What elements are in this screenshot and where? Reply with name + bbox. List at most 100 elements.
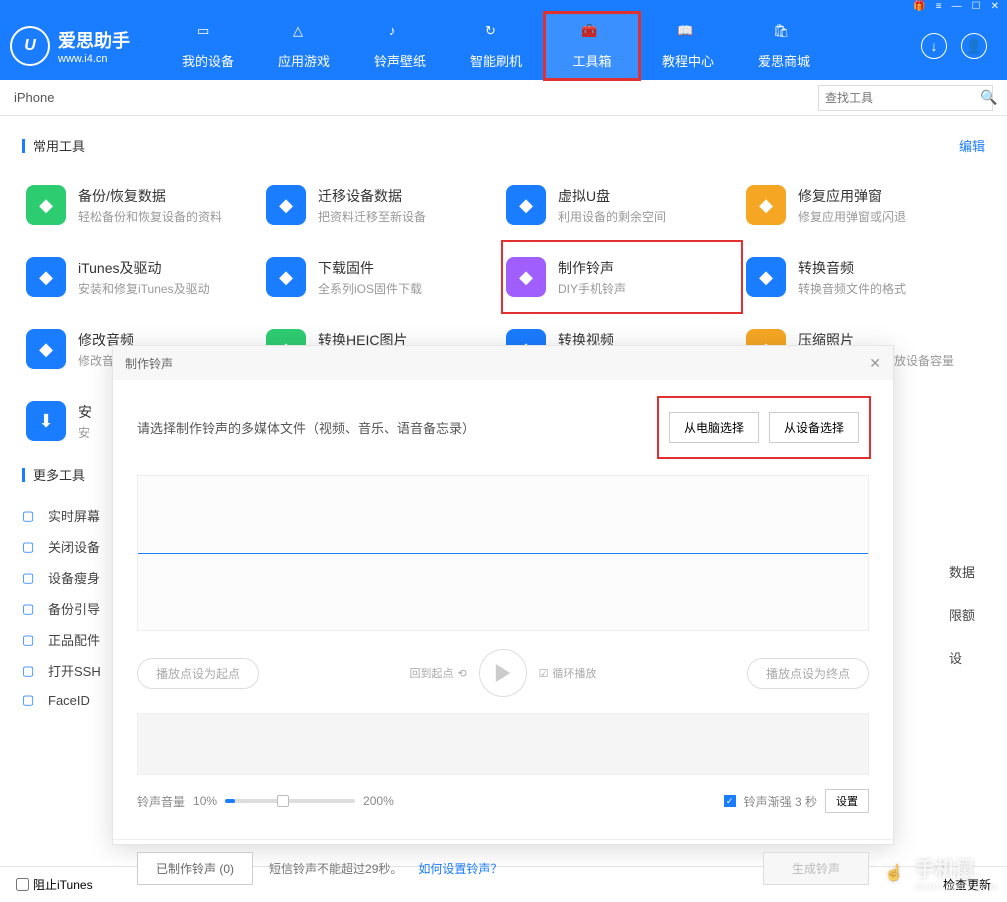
section-title-common: 常用工具: [33, 136, 85, 155]
edit-link[interactable]: 编辑: [959, 136, 985, 155]
sms-limit-text: 短信铃声不能超过29秒。: [269, 860, 402, 877]
more-icon: ▢: [22, 601, 38, 617]
section-marker-icon: [22, 139, 25, 153]
loop-checkbox[interactable]: ☑ 循环播放: [539, 665, 597, 681]
tool-icon: ◆: [266, 185, 306, 225]
tool-desc: 安装和修复iTunes及驱动: [78, 280, 210, 297]
tool-item[interactable]: ⬇ 安 安: [22, 385, 102, 457]
minimize-icon[interactable]: —: [952, 1, 962, 12]
made-ringtones-button[interactable]: 已制作铃声 (0): [137, 852, 253, 885]
nav-item-4[interactable]: 🧰工具箱: [544, 12, 640, 80]
search-box[interactable]: 🔍: [818, 85, 993, 111]
logo-title: 爱思助手: [58, 27, 130, 53]
tool-icon: ◆: [506, 185, 546, 225]
slider-knob[interactable]: [277, 795, 289, 807]
set-start-button[interactable]: 播放点设为起点: [137, 658, 259, 689]
fade-checkbox[interactable]: ✓: [724, 795, 736, 807]
tool-desc: DIY手机铃声: [558, 280, 626, 297]
from-device-button[interactable]: 从设备选择: [769, 412, 859, 443]
gift-icon[interactable]: 🎁: [913, 1, 925, 12]
tool-title: iTunes及驱动: [78, 258, 210, 278]
tool-icon: ◆: [26, 329, 66, 369]
tool-icon: ◆: [506, 257, 546, 297]
tool-item[interactable]: ◆ 转换音频 转换音频文件的格式: [742, 241, 982, 313]
tool-icon: ◆: [746, 185, 786, 225]
download-icon[interactable]: ↓: [921, 33, 947, 59]
tool-desc: 转换音频文件的格式: [798, 280, 906, 297]
from-pc-button[interactable]: 从电脑选择: [669, 412, 759, 443]
set-end-button[interactable]: 播放点设为终点: [747, 658, 869, 689]
section-title-more: 更多工具: [33, 465, 85, 484]
nav-item-5[interactable]: 📖教程中心: [640, 12, 736, 80]
nav-item-0[interactable]: ▭我的设备: [160, 12, 256, 80]
app-logo[interactable]: U 爱思助手 www.i4.cn: [10, 26, 130, 66]
nav-icon: ▭: [197, 23, 219, 45]
nav-icon: ♪: [389, 23, 411, 45]
tool-title: 转换音频: [798, 258, 906, 278]
tool-icon: ◆: [26, 257, 66, 297]
generate-ringtone-button[interactable]: 生成铃声: [763, 852, 869, 885]
maximize-icon[interactable]: ☐: [972, 1, 981, 12]
tool-desc: 利用设备的剩余空间: [558, 208, 666, 225]
nav-item-2[interactable]: ♪铃声壁纸: [352, 12, 448, 80]
tool-item[interactable]: ◆ 迁移设备数据 把资料迁移至新设备: [262, 169, 502, 241]
ringtone-modal: 制作铃声 ✕ 请选择制作铃声的多媒体文件（视频、音乐、语音备忘录） 从电脑选择 …: [112, 345, 894, 845]
search-icon[interactable]: 🔍: [980, 89, 997, 106]
more-icon: ▢: [22, 539, 38, 555]
tool-title: 下载固件: [318, 258, 422, 278]
tool-icon: ◆: [266, 257, 306, 297]
tool-desc: 轻松备份和恢复设备的资料: [78, 208, 222, 225]
tool-desc: 全系列iOS固件下载: [318, 280, 422, 297]
preview-band: [137, 713, 869, 775]
more-icon: ▢: [22, 692, 38, 708]
tool-item[interactable]: ◆ 修复应用弹窗 修复应用弹窗或闪退: [742, 169, 982, 241]
window-titlebar: 🎁 ≡ — ☐ ✕: [0, 0, 1007, 12]
user-icon[interactable]: 👤: [961, 33, 987, 59]
logo-icon: U: [10, 26, 50, 66]
tool-item[interactable]: ◆ 备份/恢复数据 轻松备份和恢复设备的资料: [22, 169, 262, 241]
settings-button[interactable]: 设置: [825, 789, 869, 813]
menu-icon[interactable]: ≡: [936, 1, 942, 12]
nav-icon: △: [293, 23, 315, 45]
waveform-baseline: [138, 553, 868, 554]
device-tab[interactable]: iPhone: [14, 90, 54, 105]
close-window-icon[interactable]: ✕: [991, 1, 999, 12]
tool-item[interactable]: ◆ 虚拟U盘 利用设备的剩余空间: [502, 169, 742, 241]
modal-prompt: 请选择制作铃声的多媒体文件（视频、音乐、语音备忘录）: [137, 418, 475, 437]
volume-label: 铃声音量: [137, 793, 185, 810]
partial-text: 数据: [949, 562, 975, 581]
nav-icon: ↻: [485, 23, 507, 45]
nav-icon: 🧰: [581, 23, 603, 45]
modal-close-icon[interactable]: ✕: [869, 355, 881, 372]
volume-slider[interactable]: [225, 799, 355, 803]
tool-item[interactable]: ◆ iTunes及驱动 安装和修复iTunes及驱动: [22, 241, 262, 313]
nav-icon: 📖: [677, 23, 699, 45]
tool-desc: 修复应用弹窗或闪退: [798, 208, 906, 225]
block-itunes-checkbox[interactable]: 阻止iTunes: [16, 876, 93, 893]
tool-item[interactable]: ◆ 制作铃声 DIY手机铃声: [502, 241, 742, 313]
tool-desc: 把资料迁移至新设备: [318, 208, 426, 225]
tool-title: 虚拟U盘: [558, 186, 666, 206]
search-input[interactable]: [825, 91, 980, 105]
main-nav: ▭我的设备△应用游戏♪铃声壁纸↻智能刷机🧰工具箱📖教程中心🛍爱思商城: [160, 12, 921, 80]
howto-link[interactable]: 如何设置铃声？: [418, 860, 502, 877]
partial-text: 设: [949, 648, 975, 667]
nav-icon: 🛍: [773, 23, 795, 45]
nav-item-1[interactable]: △应用游戏: [256, 12, 352, 80]
main-header: U 爱思助手 www.i4.cn ▭我的设备△应用游戏♪铃声壁纸↻智能刷机🧰工具…: [0, 12, 1007, 80]
waveform-area[interactable]: [137, 475, 869, 631]
nav-item-3[interactable]: ↻智能刷机: [448, 12, 544, 80]
source-buttons-group: 从电脑选择 从设备选择: [659, 398, 869, 457]
check-update-link[interactable]: 检查更新: [943, 876, 991, 893]
partial-text: 限额: [949, 605, 975, 624]
tool-title: 备份/恢复数据: [78, 186, 222, 206]
section-marker-icon: [22, 468, 25, 482]
back-to-start-button[interactable]: 回到起点 ⟲: [409, 665, 466, 681]
tool-title: 制作铃声: [558, 258, 626, 278]
tool-item[interactable]: ◆ 下载固件 全系列iOS固件下载: [262, 241, 502, 313]
more-icon: ▢: [22, 663, 38, 679]
more-icon: ▢: [22, 570, 38, 586]
more-icon: ▢: [22, 632, 38, 648]
play-button[interactable]: [479, 649, 527, 697]
nav-item-6[interactable]: 🛍爱思商城: [736, 12, 832, 80]
